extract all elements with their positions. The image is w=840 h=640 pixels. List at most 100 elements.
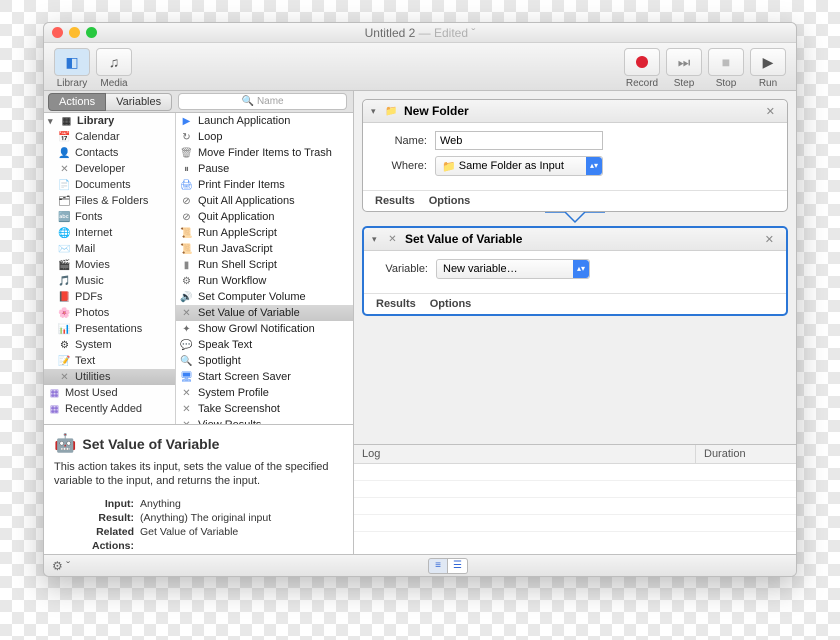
desc-label: Result: (54, 511, 140, 525)
action-item[interactable]: 📜Run AppleScript (176, 225, 353, 241)
library-item-label: Internet (75, 227, 112, 239)
action-icon: ↻ (180, 131, 193, 144)
action-item[interactable]: ▮Run Shell Script (176, 257, 353, 273)
results-button[interactable]: Results (376, 298, 416, 310)
library-toggle-button[interactable]: ◧ (54, 48, 90, 76)
disclosure-icon[interactable] (371, 105, 379, 117)
options-button[interactable]: Options (430, 298, 472, 310)
search-icon: 🔍 (241, 96, 253, 107)
description-row: Related Actions:Get Value of Variable (54, 525, 343, 553)
action-item[interactable]: 🔍Spotlight (176, 353, 353, 369)
action-item[interactable]: 🖨Print Finder Items (176, 177, 353, 193)
library-item[interactable]: 🎵Music (44, 273, 175, 289)
library-item[interactable]: 📅Calendar (44, 129, 175, 145)
action-item[interactable]: ↻Loop (176, 129, 353, 145)
library-item-label: Files & Folders (75, 195, 148, 207)
library-label: Library (57, 78, 88, 89)
library-item-label: Fonts (75, 211, 103, 223)
library-smart-item[interactable]: ▦Most Used (44, 385, 175, 401)
action-card-set-variable[interactable]: ✕ Set Value of Variable ✕ Variable: New … (362, 226, 788, 316)
stop-label: Stop (716, 78, 737, 89)
action-item[interactable]: ✕Take Screenshot (176, 401, 353, 417)
close-icon[interactable]: ✕ (761, 233, 778, 246)
action-item[interactable]: ✕View Results (176, 417, 353, 424)
desc-label: Related Actions: (54, 525, 140, 553)
library-root[interactable]: ▦Library (44, 113, 175, 129)
where-label: Where: (375, 160, 427, 172)
action-item[interactable]: 🔊Set Computer Volume (176, 289, 353, 305)
action-item[interactable]: ✕System Profile (176, 385, 353, 401)
record-label: Record (626, 78, 658, 89)
action-item[interactable]: 🖥Start Screen Saver (176, 369, 353, 385)
library-item[interactable]: ✕Utilities (44, 369, 175, 385)
library-item[interactable]: ⚙System (44, 337, 175, 353)
variable-select[interactable]: New variable… ▴▾ (436, 259, 590, 279)
action-item[interactable]: ⚙Run Workflow (176, 273, 353, 289)
action-item[interactable]: ⏸Pause (176, 161, 353, 177)
workflow-canvas[interactable]: 📁 New Folder ✕ Name: Where: 📁 (354, 91, 796, 444)
log-column[interactable]: Log (354, 445, 696, 463)
results-button[interactable]: Results (375, 195, 415, 207)
name-input[interactable] (435, 131, 603, 150)
media-button[interactable]: ♫ (96, 48, 132, 76)
category-icon: 🎬 (58, 259, 71, 272)
tab-actions[interactable]: Actions (48, 93, 106, 111)
log-row (354, 515, 796, 532)
action-card-new-folder[interactable]: 📁 New Folder ✕ Name: Where: 📁 (362, 99, 788, 212)
library-tree[interactable]: ▦Library📅Calendar👤Contacts✕Developer📄Doc… (44, 113, 176, 424)
action-icon: ✕ (180, 307, 193, 320)
play-icon: ▶ (763, 54, 774, 71)
library-item[interactable]: 🗂Files & Folders (44, 193, 175, 209)
step-button[interactable]: ⏭ (666, 48, 702, 76)
library-item[interactable]: ✉️Mail (44, 241, 175, 257)
action-icon: ▶ (180, 115, 193, 128)
library-item[interactable]: 📄Documents (44, 177, 175, 193)
disclosure-icon[interactable] (48, 115, 56, 127)
library-item-label: Documents (75, 179, 131, 191)
action-icon: ✕ (180, 387, 193, 400)
action-item-label: Move Finder Items to Trash (198, 147, 332, 159)
run-button[interactable]: ▶ (750, 48, 786, 76)
stop-icon: ■ (722, 54, 730, 70)
action-item[interactable]: ⊘Quit Application (176, 209, 353, 225)
library-item[interactable]: 👤Contacts (44, 145, 175, 161)
disclosure-icon[interactable] (372, 233, 380, 245)
library-item[interactable]: 📕PDFs (44, 289, 175, 305)
duration-column[interactable]: Duration (696, 445, 796, 463)
action-item[interactable]: 💬Speak Text (176, 337, 353, 353)
action-item[interactable]: ▶ Launch Application (176, 113, 353, 129)
action-item-label: Show Growl Notification (198, 323, 315, 335)
action-icon: 🔊 (180, 291, 193, 304)
gear-icon[interactable]: ⚙ ˇ (52, 559, 70, 573)
where-select[interactable]: 📁 Same Folder as Input ▴▾ (435, 156, 603, 176)
list-view-button[interactable]: ☰ (448, 558, 468, 574)
library-item[interactable]: 📊Presentations (44, 321, 175, 337)
action-item[interactable]: ⊘Quit All Applications (176, 193, 353, 209)
step-icon: ⏭ (678, 54, 691, 71)
record-button[interactable] (624, 48, 660, 76)
library-item[interactable]: 🎬Movies (44, 257, 175, 273)
library-item[interactable]: 🌐Internet (44, 225, 175, 241)
log-row (354, 464, 796, 481)
tab-variables[interactable]: Variables (106, 93, 172, 111)
action-item[interactable]: ✕Set Value of Variable (176, 305, 353, 321)
library-smart-item[interactable]: ▦Recently Added (44, 401, 175, 417)
stop-button[interactable]: ■ (708, 48, 744, 76)
description-row: Input:Anything (54, 497, 343, 511)
close-icon[interactable]: ✕ (762, 105, 779, 118)
library-item[interactable]: 🔤Fonts (44, 209, 175, 225)
library-item[interactable]: 📝Text (44, 353, 175, 369)
action-item-label: Launch Application (198, 115, 290, 127)
run-label: Run (759, 78, 777, 89)
action-item[interactable]: 📜Run JavaScript (176, 241, 353, 257)
library-item[interactable]: 🌸Photos (44, 305, 175, 321)
view-mode-segmented: ≡ ☰ (428, 558, 468, 574)
options-button[interactable]: Options (429, 195, 471, 207)
library-item[interactable]: ✕Developer (44, 161, 175, 177)
action-item[interactable]: ✦Show Growl Notification (176, 321, 353, 337)
search-input[interactable]: 🔍 Name (178, 93, 347, 110)
action-item[interactable]: 🗑Move Finder Items to Trash (176, 145, 353, 161)
flow-view-button[interactable]: ≡ (428, 558, 448, 574)
actions-list[interactable]: ▶ Launch Application ↻Loop🗑Move Finder Ite… (176, 113, 353, 424)
log-row (354, 481, 796, 498)
